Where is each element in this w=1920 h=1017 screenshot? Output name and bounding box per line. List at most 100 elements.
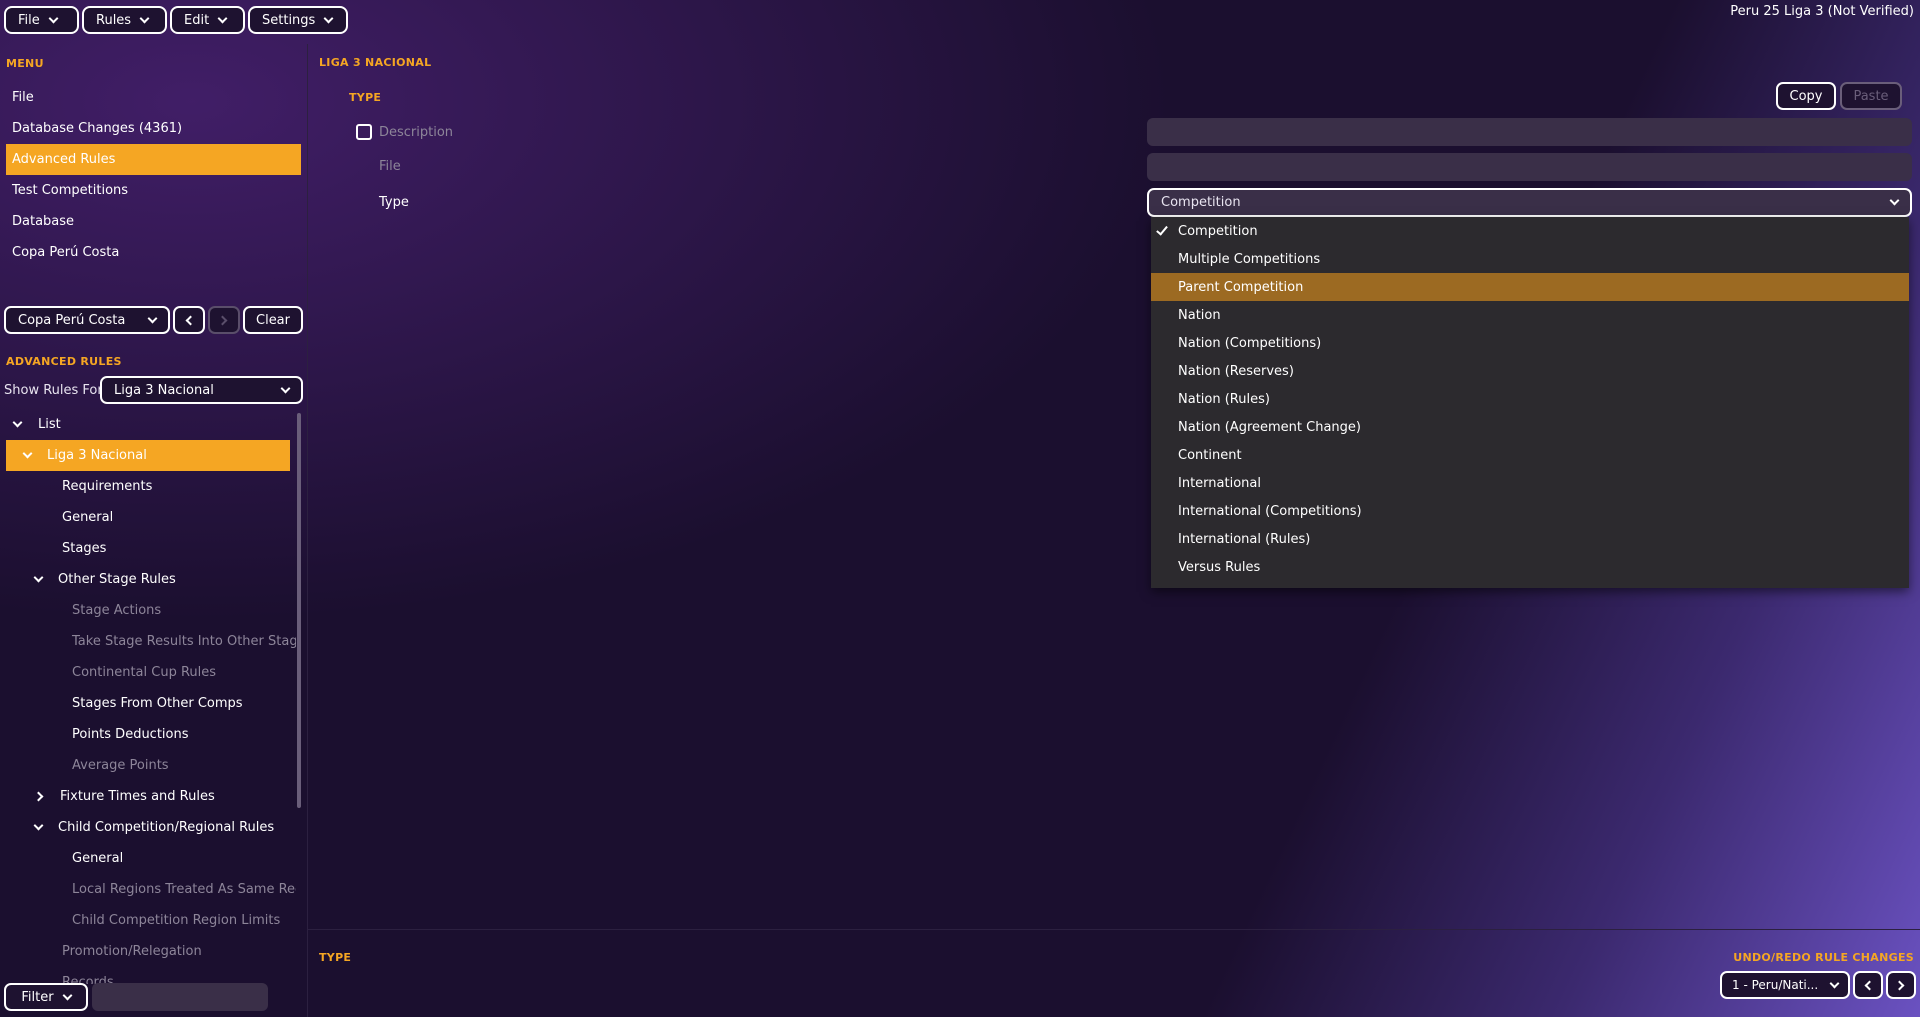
type-section-heading: TYPE — [349, 91, 382, 104]
clear-button[interactable]: Clear — [243, 306, 303, 334]
sidebar-item-test-competitions[interactable]: Test Competitions — [6, 175, 301, 206]
dropdown-option-nation-agreement-change[interactable]: Nation (Agreement Change) — [1151, 413, 1909, 441]
dropdown-option-parent-competition[interactable]: Parent Competition — [1151, 273, 1909, 301]
show-rules-label: Show Rules For — [4, 383, 103, 398]
option-label: Nation — [1178, 307, 1221, 323]
tree-item-local-regions[interactable]: Local Regions Treated As Same Region — [6, 874, 296, 905]
tree-item-stages[interactable]: Stages — [6, 533, 296, 564]
tree-item-points-deductions[interactable]: Points Deductions — [6, 719, 296, 750]
filter-button[interactable]: Filter — [4, 983, 88, 1011]
chevron-down-icon — [48, 13, 59, 23]
dropdown-option-continent[interactable]: Continent — [1151, 441, 1909, 469]
copy-button[interactable]: Copy — [1776, 82, 1836, 110]
tree-item-child-region-limits[interactable]: Child Competition Region Limits — [6, 905, 296, 936]
rules-menu-button[interactable]: Rules — [82, 6, 167, 34]
tree-item-promotion-relegation[interactable]: Promotion/Relegation — [6, 936, 296, 967]
show-rules-select[interactable]: Liga 3 Nacional — [100, 376, 303, 404]
option-label: Versus Rules — [1178, 559, 1261, 575]
dropdown-option-international-competitions[interactable]: International (Competitions) — [1151, 497, 1909, 525]
tree-item-label: Child Competition Region Limits — [72, 913, 281, 928]
chevron-down-icon — [12, 417, 23, 428]
sidebar-item-file[interactable]: File — [6, 82, 301, 113]
sidebar-divider — [307, 44, 308, 1017]
sidebar-item-label: Database Changes (4361) — [12, 121, 183, 136]
chevron-down-icon — [33, 820, 44, 831]
dropdown-option-versus-rules[interactable]: Versus Rules — [1151, 553, 1909, 581]
description-checkbox[interactable] — [356, 124, 372, 140]
tree-item-label: Stage Actions — [72, 603, 162, 618]
window-title: Peru 25 Liga 3 (Not Verified) — [1730, 4, 1914, 19]
tree-item-other-stage-rules[interactable]: Other Stage Rules — [6, 564, 296, 595]
tree-item-label: Local Regions Treated As Same Region — [72, 882, 296, 897]
sidebar-item-label: Database — [12, 214, 75, 229]
tree-item-average-points[interactable]: Average Points — [6, 750, 296, 781]
tree-item-child-general[interactable]: General — [6, 843, 296, 874]
tree-item-child-competition-rules[interactable]: Child Competition/Regional Rules — [6, 812, 296, 843]
type-label: Type — [379, 195, 409, 210]
tree-item-label: Points Deductions — [72, 727, 189, 742]
tree-item-fixture-times[interactable]: Fixture Times and Rules — [6, 781, 296, 812]
edit-menu-button[interactable]: Edit — [170, 6, 245, 34]
chevron-left-icon — [185, 315, 196, 325]
dropdown-option-international-rules[interactable]: International (Rules) — [1151, 525, 1909, 553]
page-title: LIGA 3 NACIONAL — [319, 56, 432, 69]
dropdown-option-nation[interactable]: Nation — [1151, 301, 1909, 329]
chevron-down-icon — [1829, 978, 1840, 988]
undo-history-select[interactable]: 1 - Peru/Nati... — [1720, 971, 1850, 999]
file-field[interactable] — [1147, 153, 1912, 181]
option-label: Nation (Reserves) — [1178, 363, 1294, 379]
sidebar-item-copa-peru-costa[interactable]: Copa Perú Costa — [6, 237, 301, 268]
tree-item-label: Stages — [62, 541, 107, 556]
forward-button[interactable] — [208, 306, 240, 334]
chevron-down-icon — [139, 13, 150, 23]
rules-tree: List Liga 3 Nacional Requirements Genera… — [6, 409, 296, 984]
tree-item-stages-from-other-comps[interactable]: Stages From Other Comps — [6, 688, 296, 719]
dropdown-option-nation-reserves[interactable]: Nation (Reserves) — [1151, 357, 1909, 385]
show-rules-value: Liga 3 Nacional — [114, 382, 214, 398]
back-button[interactable] — [173, 306, 205, 334]
tree-item-general[interactable]: General — [6, 502, 296, 533]
tree-scrollbar[interactable] — [297, 413, 301, 808]
tree-item-list[interactable]: List — [6, 409, 296, 440]
chevron-down-icon — [280, 383, 291, 393]
tree-item-label: General — [62, 510, 114, 525]
tree-item-label: Liga 3 Nacional — [47, 448, 147, 463]
sidebar-item-advanced-rules[interactable]: Advanced Rules — [6, 144, 301, 175]
tree-item-liga-3-nacional[interactable]: Liga 3 Nacional — [6, 440, 290, 471]
paste-button[interactable]: Paste — [1840, 82, 1902, 110]
undo-button[interactable] — [1853, 971, 1883, 999]
option-label: Nation (Competitions) — [1178, 335, 1322, 351]
dropdown-option-competition[interactable]: Competition — [1151, 217, 1909, 245]
dropdown-option-international[interactable]: International — [1151, 469, 1909, 497]
tree-item-requirements[interactable]: Requirements — [6, 471, 296, 502]
tree-item-label: Average Points — [72, 758, 169, 773]
sidebar-item-database-changes[interactable]: Database Changes (4361) — [6, 113, 301, 144]
description-field[interactable] — [1147, 118, 1912, 146]
edit-menu-label: Edit — [184, 12, 210, 28]
option-label: International (Competitions) — [1178, 503, 1362, 519]
settings-menu-button[interactable]: Settings — [248, 6, 348, 34]
filter-input[interactable] — [92, 983, 268, 1011]
tree-item-label: Requirements — [62, 479, 153, 494]
option-label: Nation (Rules) — [1178, 391, 1270, 407]
dropdown-option-nation-rules[interactable]: Nation (Rules) — [1151, 385, 1909, 413]
sidebar-item-database[interactable]: Database — [6, 206, 301, 237]
type-select[interactable]: Competition — [1147, 188, 1912, 217]
file-menu-button[interactable]: File — [4, 6, 79, 34]
chevron-down-icon — [22, 448, 33, 459]
history-select[interactable]: Copa Perú Costa — [4, 306, 170, 334]
history-select-value: Copa Perú Costa — [18, 312, 126, 328]
option-label: Parent Competition — [1178, 279, 1304, 295]
tree-item-stage-actions[interactable]: Stage Actions — [6, 595, 296, 626]
tree-item-records[interactable]: Records — [6, 967, 296, 984]
tree-item-take-stage-results[interactable]: Take Stage Results Into Other Stage — [6, 626, 296, 657]
dropdown-option-multiple-competitions[interactable]: Multiple Competitions — [1151, 245, 1909, 273]
bottom-divider — [308, 929, 1920, 930]
tree-item-label: Fixture Times and Rules — [60, 789, 215, 804]
type-dropdown-menu: Competition Multiple Competitions Parent… — [1151, 217, 1909, 588]
tree-item-label: Promotion/Relegation — [62, 944, 202, 959]
dropdown-option-nation-competitions[interactable]: Nation (Competitions) — [1151, 329, 1909, 357]
redo-button[interactable] — [1886, 971, 1916, 999]
tree-item-continental-cup-rules[interactable]: Continental Cup Rules — [6, 657, 296, 688]
history-nav: Copa Perú Costa Clear — [4, 306, 303, 334]
